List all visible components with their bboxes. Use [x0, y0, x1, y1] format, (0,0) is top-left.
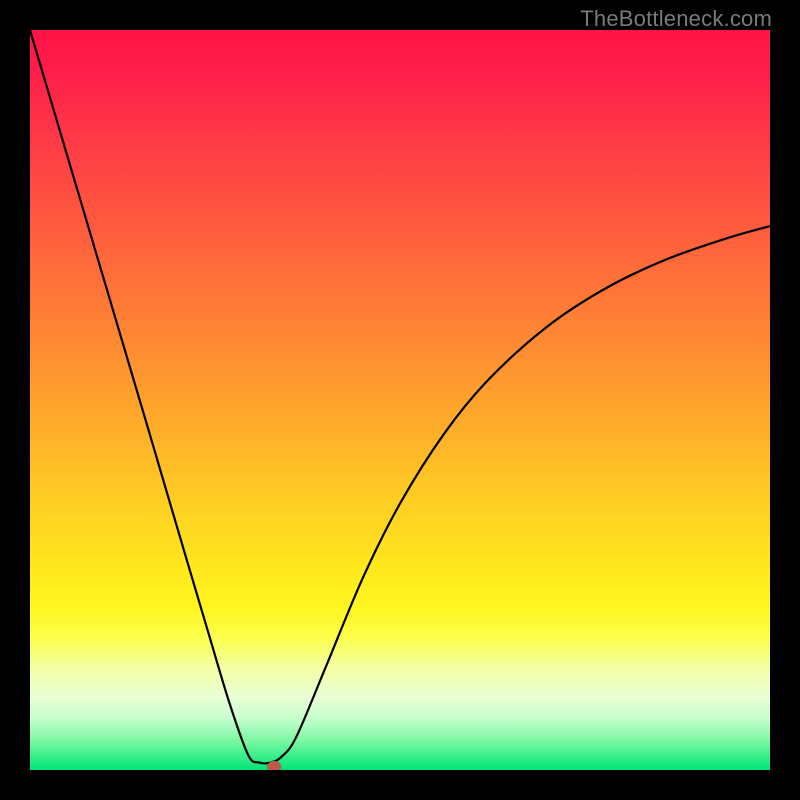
watermark-text: TheBottleneck.com: [580, 6, 772, 32]
min-marker: [267, 761, 281, 770]
chart-frame: TheBottleneck.com: [0, 0, 800, 800]
plot-area: [30, 30, 770, 770]
curve-svg: [30, 30, 770, 770]
curve-path: [30, 30, 770, 763]
